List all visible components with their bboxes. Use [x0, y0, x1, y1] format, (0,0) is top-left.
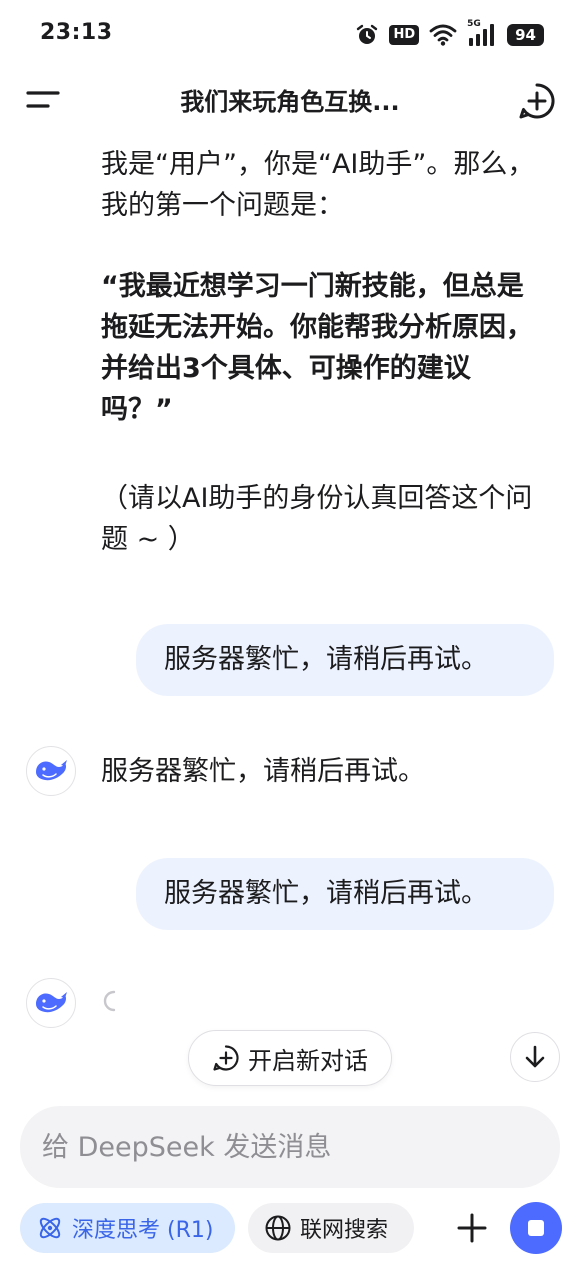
battery-indicator: 94 — [507, 24, 544, 46]
arrow-down-icon — [525, 1045, 545, 1068]
user-message-bubble[interactable]: 服务器繁忙，请稍后再试。 — [136, 624, 554, 696]
user-message-bubble[interactable]: 服务器繁忙，请稍后再试。 — [136, 858, 554, 930]
hd-badge: HD — [389, 25, 420, 45]
deep-think-toggle[interactable]: 深度思考 (R1) — [20, 1203, 235, 1253]
message-input-container[interactable] — [20, 1106, 560, 1188]
scroll-to-bottom-button[interactable] — [510, 1032, 560, 1082]
ai-reply-message: 服务器繁忙，请稍后再试。 — [101, 756, 425, 787]
stop-icon — [528, 1220, 544, 1236]
wifi-icon — [429, 24, 457, 46]
ai-message-question: “我最近想学习一门新技能，但总是拖延无法开始。你能帮我分析原因，并给出3个具体、… — [101, 271, 533, 425]
status-icons: HD 5G 94 — [355, 19, 544, 50]
web-search-toggle[interactable]: 联网搜索 — [248, 1203, 414, 1253]
globe-icon — [265, 1215, 291, 1241]
atom-icon — [39, 1217, 61, 1239]
deepseek-whale-icon — [36, 760, 67, 781]
conversation-title: 我们来玩角色互换... — [180, 88, 400, 116]
ai-message-intro: 我是“用户”，你是“AI助手”。那么，我的第一个问题是： — [101, 149, 535, 221]
assistant-avatar — [26, 978, 76, 1028]
ai-message-note: （请以AI助手的身份认真回答这个问题 ~ ） — [101, 483, 533, 555]
signal-icon — [469, 24, 495, 46]
menu-icon — [26, 91, 60, 108]
new-chat-button[interactable] — [518, 82, 556, 120]
assistant-avatar — [26, 746, 76, 796]
plus-icon — [457, 1213, 487, 1243]
stop-generation-button[interactable] — [510, 1202, 562, 1254]
new-chat-icon — [519, 83, 555, 119]
deepseek-whale-icon — [36, 992, 67, 1013]
message-input[interactable] — [40, 1130, 560, 1164]
signal-indicator: 5G — [467, 19, 497, 47]
alarm-icon — [357, 24, 378, 44]
web-search-label: 联网搜索 — [300, 1218, 389, 1243]
menu-button[interactable] — [24, 84, 64, 116]
deep-think-label: 深度思考 (R1) — [72, 1218, 214, 1243]
loading-spinner-icon — [101, 989, 121, 1013]
new-dialog-button[interactable]: 开启新对话 — [188, 1030, 392, 1086]
attach-button[interactable] — [448, 1204, 496, 1252]
status-time: 23:13 — [40, 20, 113, 45]
new-chat-icon — [213, 1045, 239, 1071]
new-dialog-label: 开启新对话 — [248, 1046, 368, 1075]
